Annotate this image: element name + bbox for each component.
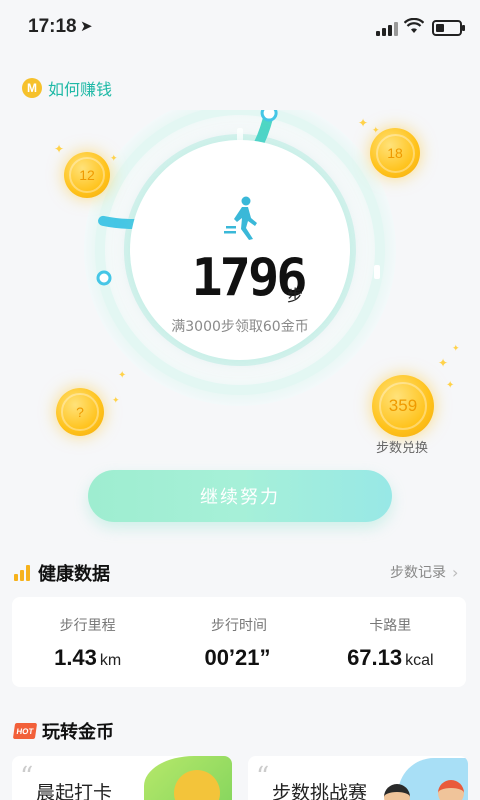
metric-calories: 卡路里 67.13 kcal [315, 597, 466, 687]
play-section-header: HOT 玩转金币 [12, 718, 114, 744]
health-metrics-card: 步行里程 1.43 km 步行时间 00’21” 卡路里 67.13 kcal [12, 597, 466, 687]
morning-checkin-card[interactable]: “ 晨起打卡 [12, 756, 232, 800]
ring-start-knob [96, 270, 112, 286]
metric-label: 步行时间 [210, 618, 267, 634]
coin-value: 359 [378, 381, 428, 431]
metric-label: 卡路里 [369, 618, 412, 634]
sparkle-icon: ✦ [118, 370, 127, 381]
checkin-illustration [144, 756, 232, 800]
status-bar: 17:18 ➤ [0, 0, 480, 58]
step-exchange-label[interactable]: 步数兑换 [376, 437, 428, 456]
how-to-earn-link[interactable]: M 如何赚钱 [22, 76, 112, 100]
sparkle-icon: ✦ [358, 116, 369, 130]
play-section-title: 玩转金币 [42, 722, 114, 743]
ring-progress-knob [260, 110, 278, 122]
chevron-right-icon: › [452, 562, 459, 582]
quote-mark-icon: “ [256, 762, 270, 792]
bar-chart-icon [14, 565, 32, 581]
metric-unit: kcal [405, 652, 434, 669]
sparkle-icon: ✦ [110, 154, 118, 164]
metric-distance: 步行里程 1.43 km [12, 597, 163, 687]
coin-m-icon: M [22, 78, 42, 98]
step-unit: 步 [287, 286, 304, 305]
sparkle-icon: ✦ [438, 356, 449, 370]
sparkle-icon: ✦ [372, 126, 380, 136]
quote-mark-icon: “ [20, 762, 34, 792]
hot-badge-icon: HOT [12, 723, 38, 739]
card-title: 步数挑战赛 [272, 782, 368, 800]
metric-duration: 步行时间 00’21” [163, 597, 314, 687]
step-records-link[interactable]: 步数记录 › [390, 562, 458, 582]
status-time: 17:18 [28, 16, 77, 37]
coin-value: ? [61, 393, 99, 431]
sparkle-icon: ✦ [112, 396, 120, 406]
wifi-icon [404, 18, 424, 33]
location-arrow-icon: ➤ [80, 17, 93, 35]
continue-button[interactable]: 继续努力 [88, 470, 392, 522]
reward-hint: 满3000步领取60金币 [171, 319, 309, 335]
card-title: 晨起打卡 [36, 782, 113, 800]
coin-bubble-mystery[interactable]: ? [56, 388, 104, 436]
step-challenge-card[interactable]: “ 步数挑战赛 [248, 756, 468, 800]
sparkle-icon: ✦ [54, 142, 65, 156]
sparkle-icon: ✦ [446, 380, 455, 391]
step-records-label: 步数记录 [390, 565, 446, 581]
how-to-earn-label: 如何赚钱 [48, 80, 113, 99]
battery-icon [432, 20, 465, 36]
metric-value: 1.43 [54, 645, 97, 670]
challenge-illustration [378, 758, 468, 800]
sparkle-icon: ✦ [452, 344, 460, 354]
ring-right-marker [374, 265, 380, 279]
health-section-header: 健康数据 [14, 560, 110, 586]
metric-label: 步行里程 [59, 618, 116, 634]
metric-value: 00’21” [204, 645, 271, 670]
metric-unit: km [99, 652, 122, 669]
step-exchange-coin[interactable]: 359 [372, 375, 434, 437]
cellular-signal-icon [376, 22, 398, 36]
health-section-title: 健康数据 [38, 564, 110, 585]
metric-value: 67.13 [347, 645, 403, 670]
coin-bubble-12[interactable]: 12 [64, 152, 110, 198]
walking-person-icon [224, 196, 257, 240]
coin-value: 12 [69, 157, 105, 193]
coin-value: 18 [375, 133, 415, 173]
